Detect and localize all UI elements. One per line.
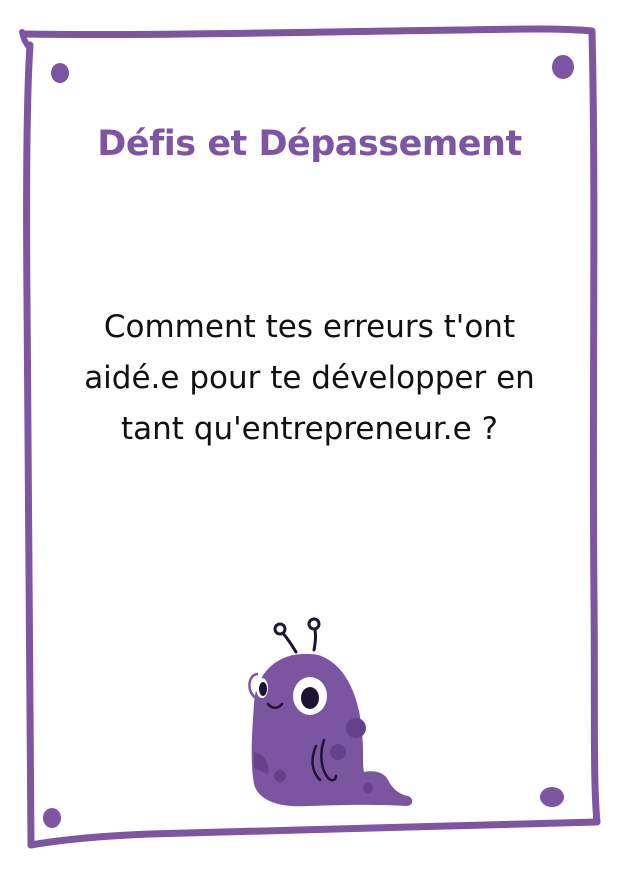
purple-monster-icon bbox=[248, 617, 413, 807]
frame-dot-top-left bbox=[51, 63, 69, 83]
card-title: Défis et Dépassement bbox=[97, 124, 522, 164]
card-question: Comment tes erreurs t'ont aidé.e pour te… bbox=[84, 309, 535, 447]
card: Défis et Dépassement Comment tes erreurs… bbox=[0, 0, 619, 874]
frame-dot-bottom-left bbox=[43, 808, 61, 828]
frame-dot-top-right bbox=[552, 55, 574, 79]
frame-dot-bottom-right bbox=[540, 787, 564, 807]
